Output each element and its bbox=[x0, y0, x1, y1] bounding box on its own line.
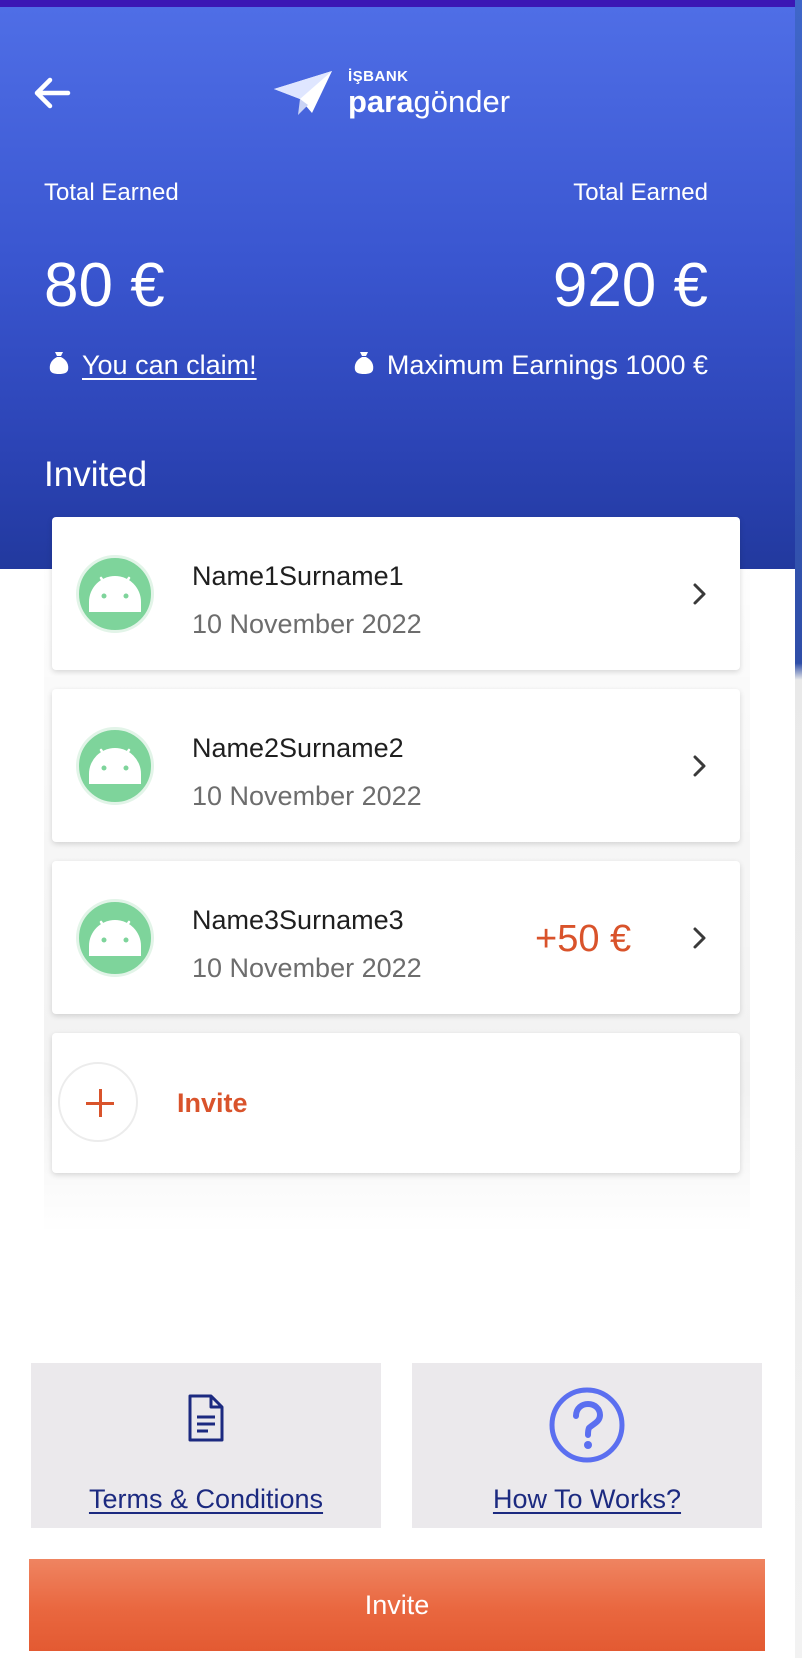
list-item[interactable]: Name1Surname1 10 November 2022 bbox=[52, 517, 740, 670]
chevron-right-icon bbox=[687, 579, 713, 609]
invited-section-title: Invited bbox=[44, 455, 148, 494]
how-it-works-link[interactable]: How To Works? bbox=[412, 1484, 762, 1515]
brand-logo: İŞBANK paragönder bbox=[272, 63, 510, 123]
header: İŞBANK paragönder Total Earned Total Ear… bbox=[0, 7, 795, 569]
total-earned-amount: 920 € bbox=[552, 251, 708, 320]
right-total-label: Total Earned bbox=[573, 179, 708, 206]
invite-row[interactable]: Invite bbox=[52, 1033, 740, 1173]
question-circle-icon bbox=[547, 1385, 627, 1470]
money-bag-icon bbox=[353, 350, 375, 381]
logo-word-bold: para bbox=[348, 84, 414, 119]
invite-row-label: Invite bbox=[177, 1088, 248, 1118]
window-edge bbox=[795, 0, 802, 1658]
list-item[interactable]: Name2Surname2 10 November 2022 bbox=[52, 689, 740, 842]
logo-word-regular: gönder bbox=[413, 84, 511, 119]
list-item[interactable]: Name3Surname3 10 November 2022 +50 € bbox=[52, 861, 740, 1014]
bonus-amount: +50 € bbox=[535, 918, 632, 960]
max-earnings-text: Maximum Earnings 1000 € bbox=[386, 350, 708, 380]
terms-conditions-card[interactable]: Terms & Conditions bbox=[31, 1363, 381, 1528]
how-it-works-card[interactable]: How To Works? bbox=[412, 1363, 762, 1528]
back-arrow-icon[interactable] bbox=[28, 69, 76, 117]
plus-icon[interactable] bbox=[58, 1062, 138, 1142]
document-icon bbox=[186, 1393, 226, 1448]
left-total-label: Total Earned bbox=[44, 179, 179, 206]
chevron-right-icon bbox=[687, 751, 713, 781]
status-bar bbox=[0, 0, 795, 7]
invitee-name: Name2Surname2 bbox=[192, 733, 404, 763]
money-bag-icon bbox=[48, 350, 70, 381]
invite-date: 10 November 2022 bbox=[192, 781, 422, 811]
android-avatar-icon bbox=[76, 727, 154, 805]
terms-link[interactable]: Terms & Conditions bbox=[31, 1484, 381, 1515]
android-avatar-icon bbox=[76, 899, 154, 977]
invitee-name: Name3Surname3 bbox=[192, 905, 404, 935]
logo-bank-name: İŞBANK bbox=[348, 68, 409, 85]
invited-list: Name1Surname1 10 November 2022 Name2Surn… bbox=[44, 515, 750, 1235]
chevron-right-icon bbox=[687, 923, 713, 953]
invite-date: 10 November 2022 bbox=[192, 609, 422, 639]
app-screen: İŞBANK paragönder Total Earned Total Ear… bbox=[0, 0, 795, 1658]
android-avatar-icon bbox=[76, 555, 154, 633]
invite-date: 10 November 2022 bbox=[192, 953, 422, 983]
claim-link[interactable]: You can claim! bbox=[82, 350, 257, 381]
claimable-amount: 80 € bbox=[44, 251, 165, 320]
claim-row: You can claim! bbox=[48, 350, 257, 381]
invitee-name: Name1Surname1 bbox=[192, 561, 404, 591]
invite-button[interactable]: Invite bbox=[29, 1559, 765, 1651]
paper-plane-icon bbox=[274, 71, 332, 115]
max-earnings-row: Maximum Earnings 1000 € bbox=[353, 350, 708, 381]
